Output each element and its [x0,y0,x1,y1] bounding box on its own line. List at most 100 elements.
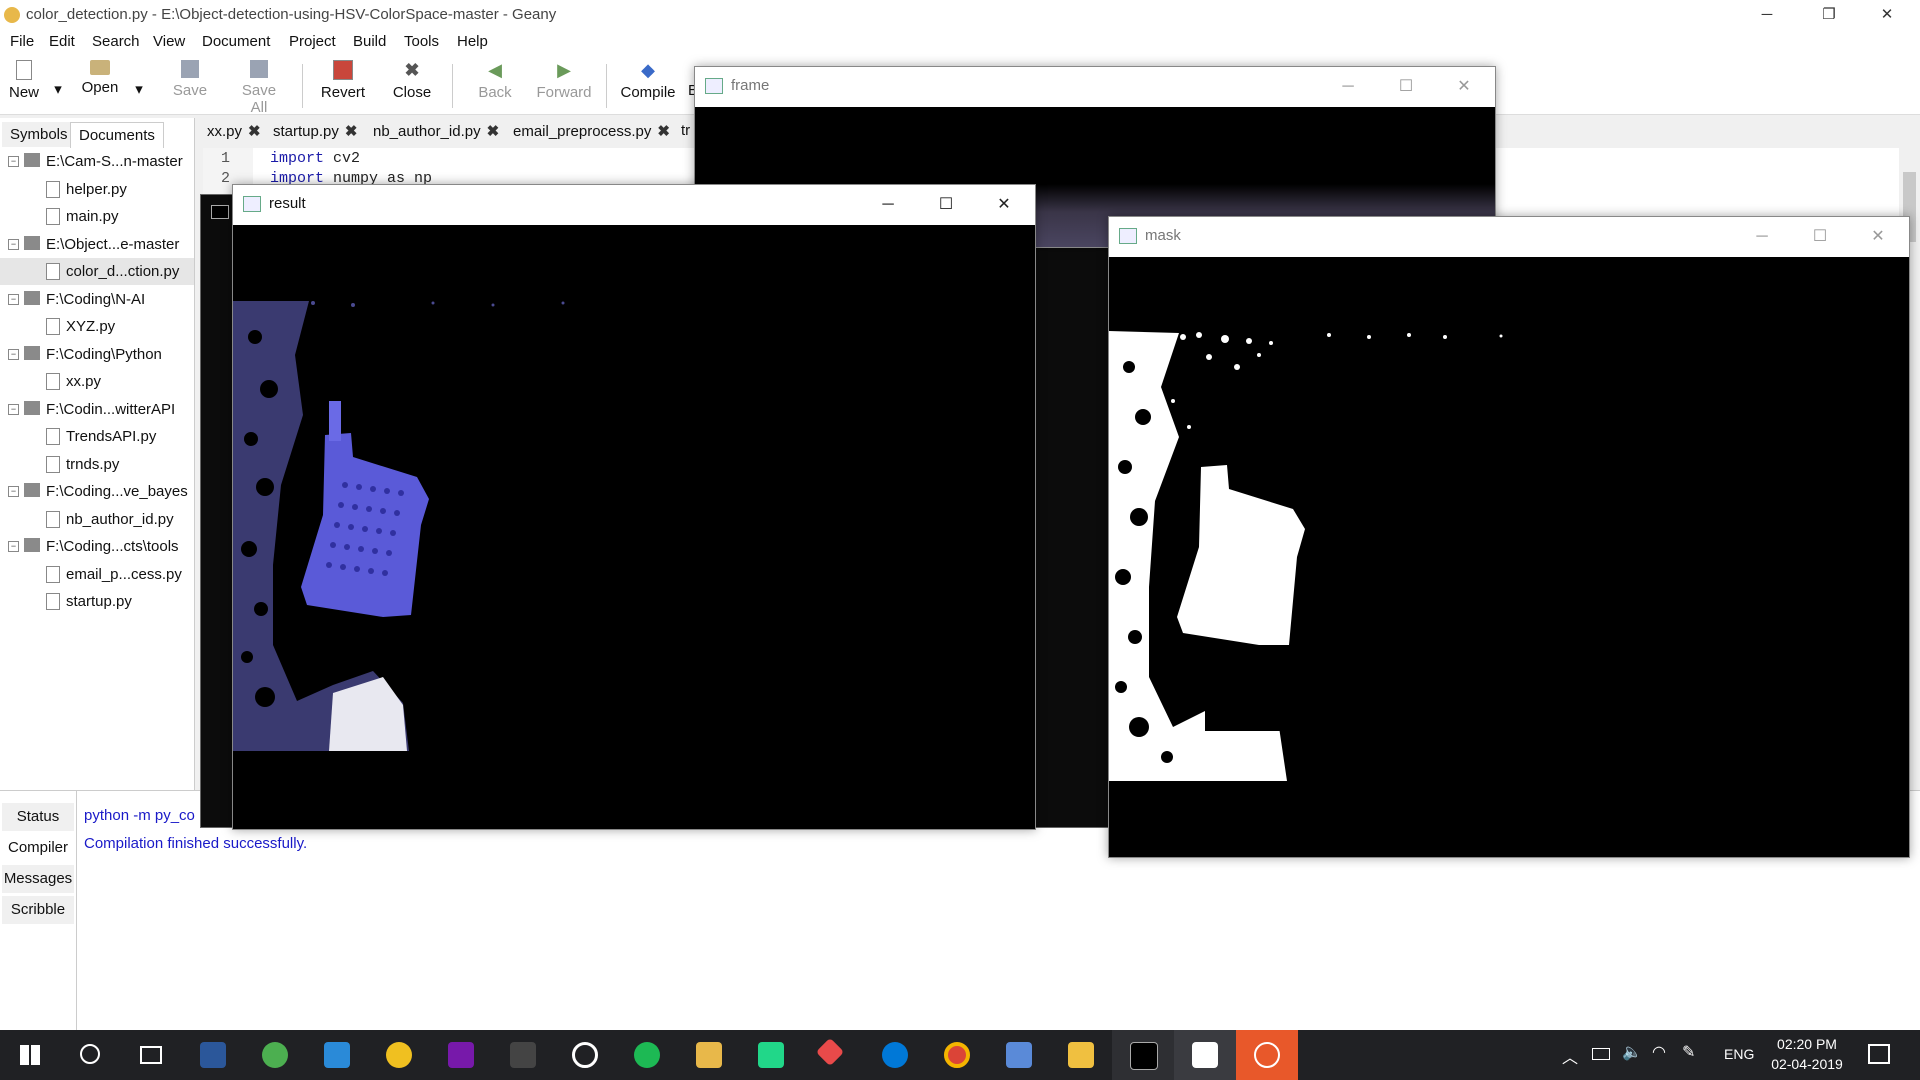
tree-folder[interactable]: − F:\Coding\N-AI [0,286,194,313]
tab-close-icon[interactable]: ✖ [657,122,670,140]
menu-view[interactable]: View [153,33,185,50]
collapse-toggle-icon[interactable]: − [8,403,19,415]
taskbar-app[interactable] [988,1030,1050,1080]
taskbar-app[interactable] [368,1030,430,1080]
save-all-button[interactable]: Save All [232,60,286,116]
volume-icon[interactable]: 🔈 [1622,1042,1642,1062]
taskbar-spotify[interactable] [616,1030,678,1080]
chevron-up-icon[interactable]: ︿ [1562,1044,1578,1068]
menu-edit[interactable]: Edit [49,33,75,50]
mask-close-button[interactable]: ✕ [1849,217,1907,257]
tree-folder[interactable]: − F:\Coding...ve_bayes [0,478,194,505]
back-button[interactable]: ◀ Back [476,60,514,101]
compile-button[interactable]: ◆ Compile [620,60,676,101]
collapse-toggle-icon[interactable]: − [8,238,19,250]
revert-button[interactable]: Revert [320,60,366,101]
task-view-button[interactable] [120,1030,182,1080]
taskbar-edge[interactable] [864,1030,926,1080]
tree-file[interactable]: main.py [0,203,194,230]
tree-file[interactable]: TrendsAPI.py [0,423,194,450]
tab-close-icon[interactable]: ✖ [248,122,261,140]
taskbar-python-app[interactable] [1236,1030,1298,1080]
editor-tab[interactable]: tr [681,122,690,139]
tab-status[interactable]: Status [2,803,74,831]
tree-folder[interactable]: − F:\Coding\Python [0,341,194,368]
tab-symbols[interactable]: Symbols [2,122,76,147]
taskbar-defender[interactable] [306,1030,368,1080]
taskbar-file-explorer[interactable] [1050,1030,1112,1080]
collapse-toggle-icon[interactable]: − [8,293,19,305]
pen-icon[interactable]: ✎ [1682,1042,1695,1062]
menu-tools[interactable]: Tools [404,33,439,50]
taskbar-pycharm[interactable] [740,1030,802,1080]
tree-folder[interactable]: − F:\Codin...witterAPI [0,396,194,423]
clock-time[interactable]: 02:20 PM [1772,1036,1842,1052]
result-maximize-button[interactable]: ☐ [917,185,975,225]
mask-minimize-button[interactable]: ─ [1733,217,1791,257]
tree-folder[interactable]: − F:\Coding...cts\tools [0,533,194,560]
editor-tab[interactable]: xx.py ✖ [207,122,261,140]
start-button[interactable] [0,1030,62,1080]
new-dropdown-icon[interactable]: ▾ [52,80,64,98]
taskbar-notepad[interactable] [1174,1030,1236,1080]
collapse-toggle-icon[interactable]: − [8,348,19,360]
frame-close-button[interactable]: ✕ [1435,67,1493,107]
minimize-button[interactable]: ─ [1744,0,1790,30]
tree-folder[interactable]: − E:\Cam-S...n-master [0,148,194,175]
menu-build[interactable]: Build [353,33,386,50]
taskbar-cmd[interactable] [1112,1030,1174,1080]
menu-help[interactable]: Help [457,33,488,50]
language-indicator[interactable]: ENG [1724,1046,1754,1062]
result-window[interactable]: result ─ ☐ ✕ [232,184,1036,830]
menu-document[interactable]: Document [202,33,270,50]
save-button[interactable]: Save [172,60,208,99]
tab-close-icon[interactable]: ✖ [345,122,358,140]
tree-file[interactable]: XYZ.py [0,313,194,340]
tree-file[interactable]: startup.py [0,588,194,615]
collapse-toggle-icon[interactable]: − [8,156,19,167]
tree-file[interactable]: nb_author_id.py [0,506,194,533]
search-button[interactable] [60,1030,122,1080]
tree-file[interactable]: helper.py [0,176,194,203]
taskbar-utorrent[interactable] [244,1030,306,1080]
menu-search[interactable]: Search [92,33,140,50]
new-button[interactable]: New [8,60,40,101]
tree-file[interactable]: trnds.py [0,451,194,478]
taskbar-app[interactable] [492,1030,554,1080]
tab-compiler[interactable]: Compiler [2,834,74,862]
tree-folder[interactable]: − E:\Object...e-master [0,231,194,258]
taskbar-geany[interactable] [678,1030,740,1080]
collapse-toggle-icon[interactable]: − [8,541,19,552]
maximize-button[interactable]: ❐ [1806,0,1852,30]
menu-file[interactable]: File [10,33,34,50]
menu-project[interactable]: Project [289,33,336,50]
mask-window[interactable]: mask ─ ☐ ✕ [1108,216,1910,858]
tab-close-icon[interactable]: ✖ [487,122,500,140]
mask-maximize-button[interactable]: ☐ [1791,217,1849,257]
taskbar-chrome[interactable] [926,1030,988,1080]
taskbar-onenote[interactable] [430,1030,492,1080]
tab-messages[interactable]: Messages [2,865,74,893]
taskbar-app[interactable] [554,1030,616,1080]
close-button[interactable]: ✕ [1864,0,1910,30]
taskbar-word[interactable] [182,1030,244,1080]
editor-tab[interactable]: startup.py ✖ [273,122,357,140]
taskbar-app[interactable] [802,1030,864,1080]
editor-tab[interactable]: email_preprocess.py ✖ [513,122,670,140]
tree-file[interactable]: email_p...cess.py [0,561,194,588]
open-button[interactable]: Open [80,60,120,96]
battery-icon[interactable] [1592,1048,1610,1060]
frame-maximize-button[interactable]: ☐ [1377,67,1435,107]
forward-button[interactable]: ▶ Forward [536,60,592,101]
result-close-button[interactable]: ✕ [975,185,1033,225]
tab-scribble[interactable]: Scribble [2,896,74,924]
notification-icon[interactable] [1868,1044,1890,1064]
frame-minimize-button[interactable]: ─ [1319,67,1377,107]
clock-date[interactable]: 02-04-2019 [1764,1056,1850,1072]
editor-tab[interactable]: nb_author_id.py ✖ [373,122,499,140]
result-minimize-button[interactable]: ─ [859,185,917,225]
close-file-button[interactable]: ✖ Close [392,60,432,101]
collapse-toggle-icon[interactable]: − [8,486,19,497]
tab-documents[interactable]: Documents [70,122,164,148]
open-dropdown-icon[interactable]: ▾ [133,80,145,98]
